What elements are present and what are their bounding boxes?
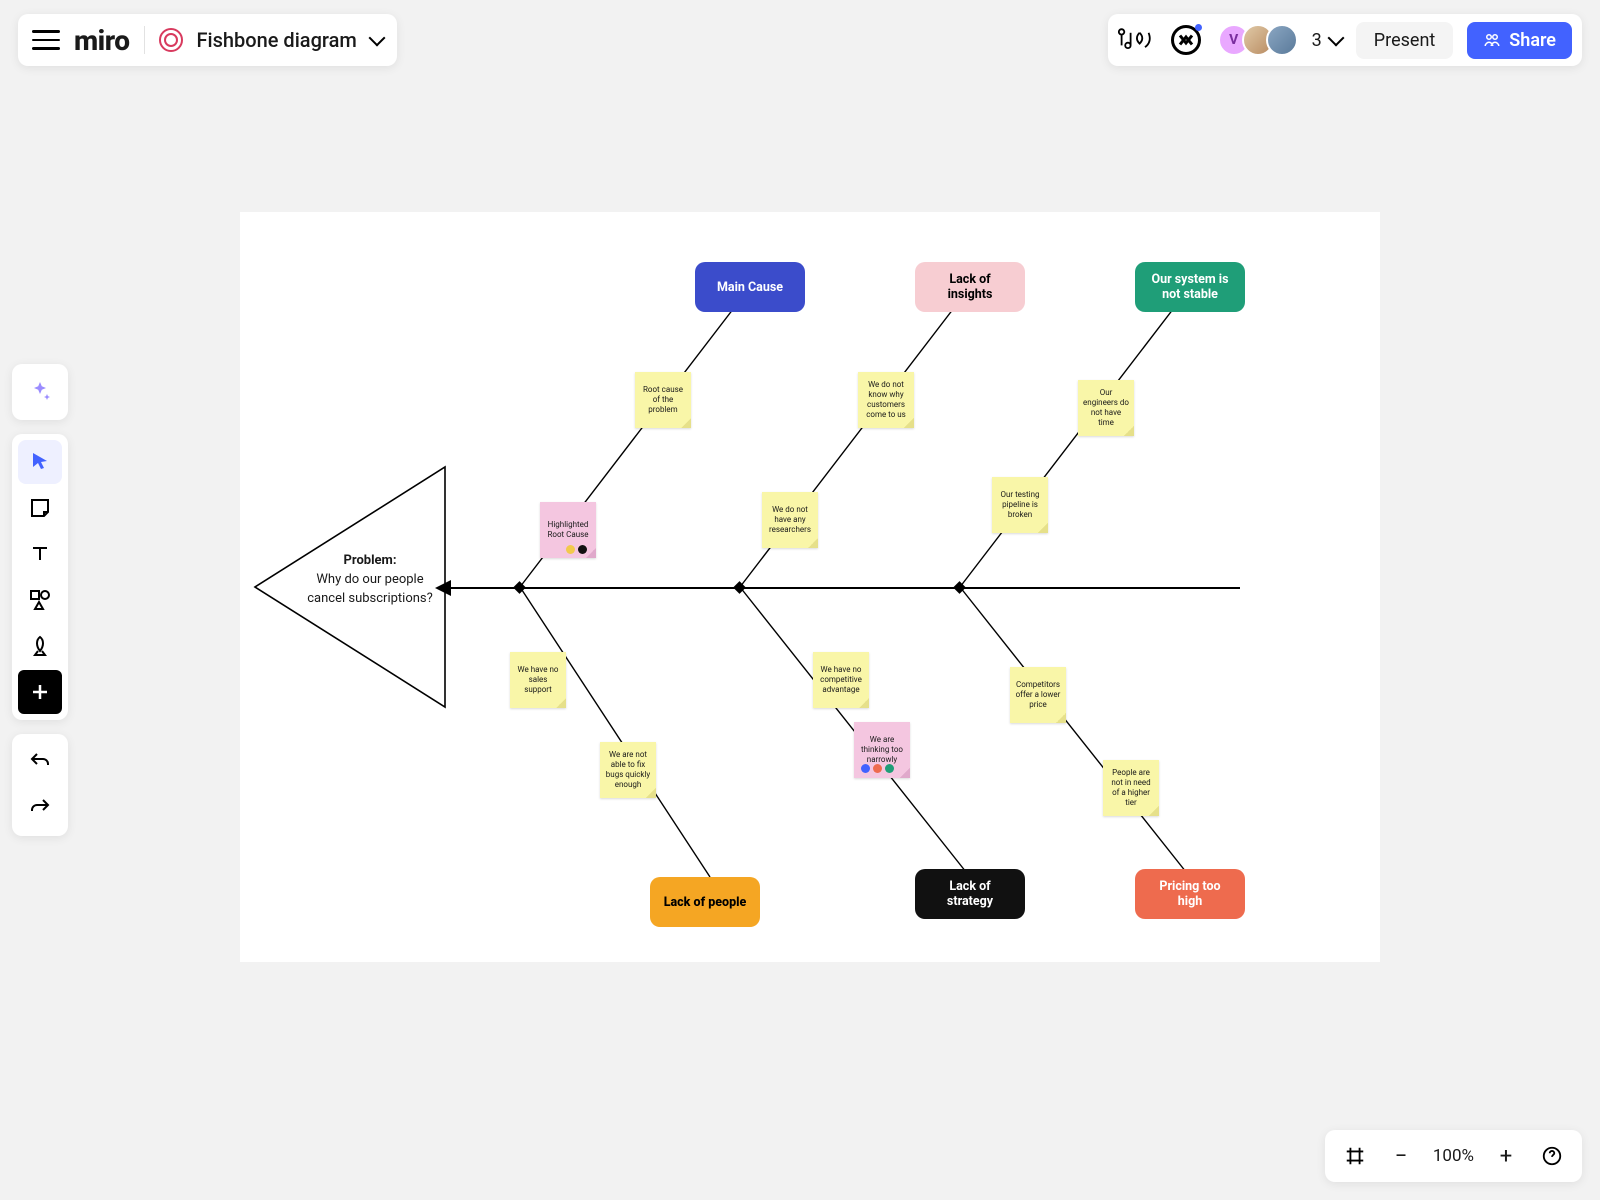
- share-button[interactable]: Share: [1467, 22, 1572, 59]
- joint: [513, 581, 526, 594]
- music-icon[interactable]: [1118, 22, 1154, 58]
- cause-pricing[interactable]: Pricing too high: [1135, 869, 1245, 919]
- undo-button[interactable]: [18, 740, 62, 784]
- frame-icon[interactable]: [1335, 1136, 1375, 1176]
- chevron-down-icon[interactable]: [368, 30, 385, 47]
- fish-spine[interactable]: [445, 587, 1240, 589]
- avatar: [1266, 24, 1298, 56]
- zoom-out-button[interactable]: −: [1381, 1136, 1421, 1176]
- sticky[interactable]: We do not have any researchers: [762, 492, 818, 548]
- shapes-tool[interactable]: [18, 578, 62, 622]
- help-icon[interactable]: [1532, 1136, 1572, 1176]
- count: 3: [1312, 30, 1322, 51]
- cause-main[interactable]: Main Cause: [695, 262, 805, 312]
- select-tool[interactable]: [18, 440, 62, 484]
- joint: [733, 581, 746, 594]
- divider: [144, 26, 145, 54]
- sticky[interactable]: We are not able to fix bugs quickly enou…: [600, 742, 656, 798]
- share-label: Share: [1509, 30, 1556, 51]
- sticky[interactable]: Competitors offer a lower price: [1010, 667, 1066, 723]
- app-logo: miro: [74, 24, 130, 57]
- text-tool[interactable]: [18, 532, 62, 576]
- board-target-icon: [159, 28, 183, 52]
- sticky[interactable]: Our testing pipeline is broken: [992, 477, 1048, 533]
- emoji-dots: [566, 545, 587, 554]
- cause-people[interactable]: Lack of people: [650, 877, 760, 927]
- pen-tool[interactable]: [18, 624, 62, 668]
- problem-text[interactable]: Problem: Why do our people cancel subscr…: [305, 552, 435, 609]
- header-left: miro Fishbone diagram: [18, 14, 397, 66]
- problem-title: Problem:: [344, 553, 397, 568]
- sticky[interactable]: We do not know why customers come to us: [858, 372, 914, 428]
- problem-body: Why do our people cancel subscriptions?: [307, 572, 433, 606]
- cause-strategy[interactable]: Lack of strategy: [915, 869, 1025, 919]
- ai-sparkle-tool[interactable]: [18, 370, 62, 414]
- collaborator-count[interactable]: 3: [1312, 30, 1342, 51]
- canvas-frame[interactable]: Problem: Why do our people cancel subscr…: [240, 212, 1380, 962]
- sticky[interactable]: People are not in need of a higher tier: [1103, 760, 1159, 816]
- header-right: V 3 Present Share: [1108, 14, 1582, 66]
- zoom-value[interactable]: 100%: [1427, 1146, 1480, 1166]
- share-people-icon: [1483, 31, 1501, 49]
- sticky[interactable]: We have no sales support: [510, 652, 566, 708]
- sticky[interactable]: We have no competitive advantage: [813, 652, 869, 708]
- add-tool[interactable]: [18, 670, 62, 714]
- sticky-tool[interactable]: [18, 486, 62, 530]
- joint: [953, 581, 966, 594]
- zoom-bar: − 100% +: [1325, 1130, 1582, 1182]
- zoom-in-button[interactable]: +: [1486, 1136, 1526, 1176]
- chevron-down-icon: [1327, 30, 1344, 47]
- board-name[interactable]: Fishbone diagram: [197, 28, 357, 52]
- sticky[interactable]: Our engineers do not have time: [1078, 380, 1134, 436]
- chat-icon[interactable]: [1168, 22, 1204, 58]
- menu-icon[interactable]: [32, 26, 60, 54]
- avatar-stack[interactable]: V: [1218, 24, 1298, 56]
- cause-system[interactable]: Our system is not stable: [1135, 262, 1245, 312]
- present-button[interactable]: Present: [1356, 22, 1454, 59]
- emoji-dots: [861, 764, 894, 773]
- sticky[interactable]: Root cause of the problem: [635, 372, 691, 428]
- left-toolbar: [12, 364, 68, 836]
- cause-insights[interactable]: Lack of insights: [915, 262, 1025, 312]
- redo-button[interactable]: [18, 786, 62, 830]
